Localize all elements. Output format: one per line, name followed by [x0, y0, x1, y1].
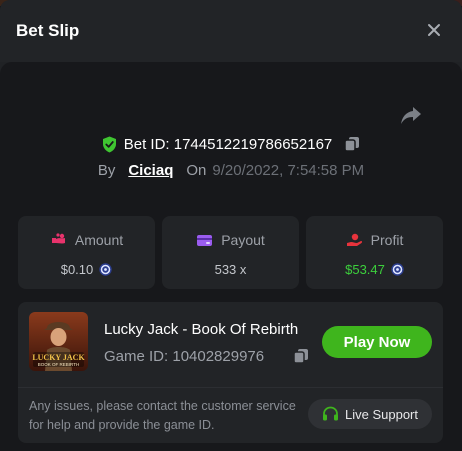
stat-value: $0.10 — [61, 261, 113, 277]
copy-icon[interactable] — [293, 348, 309, 364]
copy-icon[interactable] — [344, 136, 360, 152]
share-button[interactable] — [400, 105, 422, 125]
modal-body: Bet ID: 1744512219786652167 By Ciciaq On… — [0, 62, 462, 451]
payout-value: 533 x — [214, 261, 247, 277]
modal-title: Bet Slip — [16, 21, 80, 40]
modal-header: Bet Slip — [0, 0, 462, 62]
live-support-label: Live Support — [345, 406, 418, 422]
thumbnail-subtitle: BOOK OF REBIRTH — [38, 362, 79, 367]
on-label: On — [186, 161, 207, 179]
thumbnail-title: LUCKY JACK — [32, 353, 85, 362]
amount-icon — [51, 232, 65, 243]
stat-card-amount: Amount $0.10 — [18, 216, 155, 289]
coin-icon — [391, 262, 404, 276]
stat-label: Profit — [370, 232, 404, 248]
headset-icon — [323, 406, 338, 421]
game-title[interactable]: Lucky Jack - Book Of Rebirth — [104, 321, 298, 338]
bet-stats: Amount $0.10 Payout 533 x Profit $53.47 — [18, 216, 443, 289]
stat-card-profit: Profit $53.47 — [306, 216, 443, 289]
game-thumbnail[interactable]: LUCKY JACK BOOK OF REBIRTH — [29, 312, 88, 371]
username-link[interactable]: Ciciaq — [128, 162, 173, 179]
stat-label: Amount — [74, 232, 124, 248]
amount-value: $0.10 — [60, 261, 94, 277]
stat-header: Amount — [50, 232, 123, 248]
bet-timestamp: 9/20/2022, 7:54:58 PM — [212, 161, 365, 179]
game-id: Game ID: 10402829976 — [104, 348, 265, 365]
profit-value: $53.47 — [345, 261, 385, 277]
coin-icon — [99, 262, 112, 276]
profit-icon — [346, 233, 362, 246]
bet-id-row: Bet ID: 1744512219786652167 — [0, 135, 462, 153]
bet-slip-modal: Bet Slip Bet ID: 1744512219786652167 By … — [0, 0, 462, 451]
stat-header: Payout — [196, 232, 265, 248]
game-card: LUCKY JACK BOOK OF REBIRTH Lucky Jack - … — [18, 302, 443, 443]
share-icon — [401, 107, 421, 124]
support-message: Any issues, please contact the customer … — [29, 399, 296, 432]
play-now-button[interactable]: Play Now — [322, 326, 432, 358]
bet-meta-row: By Ciciaq On 9/20/2022, 7:54:58 PM — [0, 161, 462, 179]
divider — [18, 387, 443, 388]
stat-value: $53.47 — [345, 261, 404, 277]
payout-icon — [197, 234, 213, 246]
stat-value: 533 x — [215, 261, 247, 277]
close-button[interactable] — [426, 22, 442, 40]
stat-card-payout: Payout 533 x — [162, 216, 299, 289]
live-support-button[interactable]: Live Support — [308, 399, 432, 429]
by-label: By — [97, 161, 116, 179]
stat-header: Profit — [346, 232, 404, 248]
shield-check-icon — [102, 136, 116, 152]
close-icon — [428, 24, 440, 36]
game-thumbnail-art: LUCKY JACK BOOK OF REBIRTH — [29, 312, 88, 371]
bet-id: Bet ID: 1744512219786652167 — [123, 135, 333, 153]
stat-label: Payout — [221, 232, 265, 248]
